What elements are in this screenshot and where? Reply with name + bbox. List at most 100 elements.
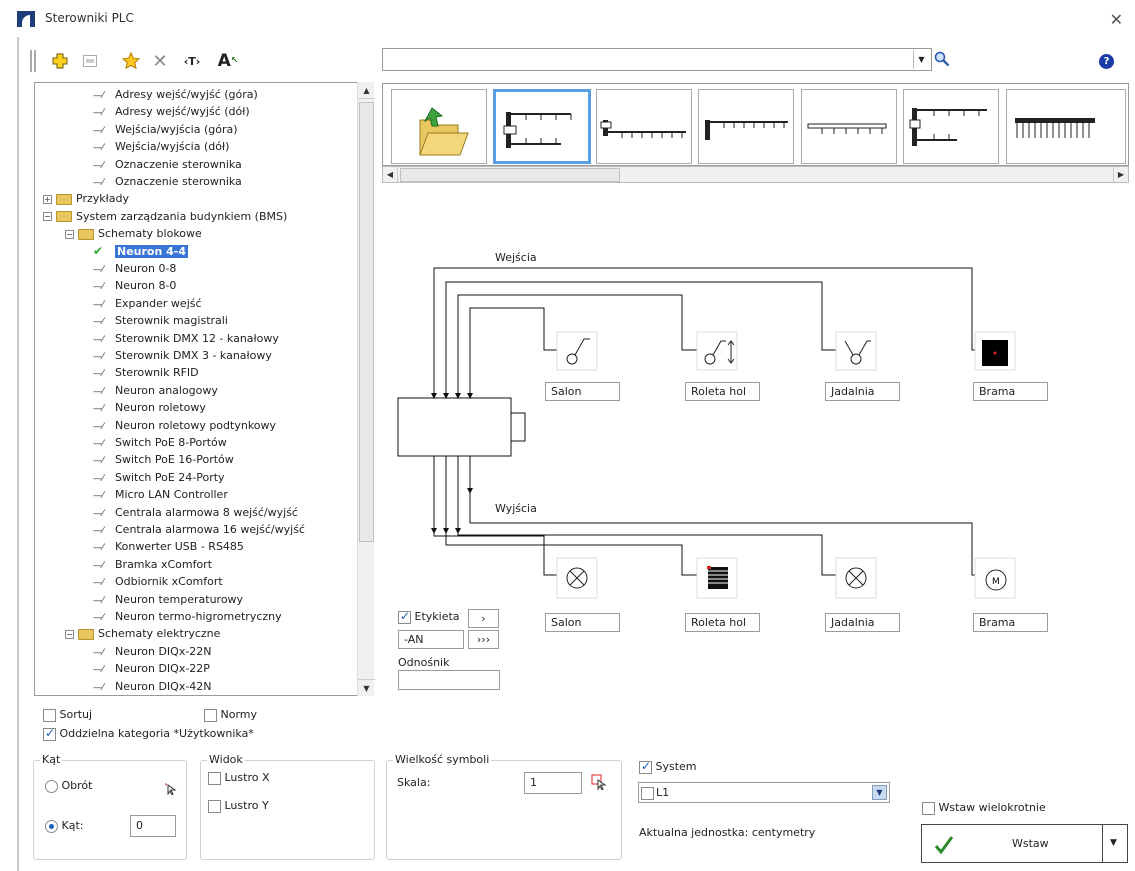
- odnosnik-input[interactable]: [398, 670, 500, 690]
- help-icon[interactable]: ?: [1099, 54, 1114, 69]
- tree-folder[interactable]: − Schematy blokowe: [65, 225, 202, 242]
- tree-item[interactable]: —⁄ Neuron DIQx-22N: [93, 643, 212, 660]
- search-input[interactable]: [382, 48, 932, 71]
- tree-item[interactable]: —⁄ Expander wejść: [93, 295, 202, 312]
- tree-vertical-scrollbar[interactable]: ▲ ▼: [357, 82, 375, 696]
- etykieta-checkbox[interactable]: Etykieta: [398, 609, 460, 624]
- select-arrow-icon[interactable]: ▼: [872, 785, 887, 800]
- wstaw-button[interactable]: Wstaw ▼: [921, 824, 1128, 863]
- next-label-button[interactable]: ›: [468, 609, 499, 628]
- tree-item[interactable]: —⁄ Adresy wejść/wyjść (dół): [93, 103, 250, 120]
- tree-item[interactable]: —⁄ Centrala alarmowa 8 wejść/wyjść: [93, 504, 298, 521]
- tree-item[interactable]: —⁄ Neuron DIQx-42N: [93, 678, 212, 695]
- tree-item[interactable]: —⁄ Wejścia/wyjścia (dół): [93, 138, 229, 155]
- thumb-neuron-8-0[interactable]: [698, 89, 794, 164]
- edit-block-icon[interactable]: [80, 50, 100, 72]
- skala-input[interactable]: 1: [524, 772, 582, 794]
- close-icon[interactable]: ✕: [1110, 10, 1123, 29]
- input-line-3: [445, 281, 837, 395]
- thumb-sterownik-dmx[interactable]: [1006, 89, 1126, 164]
- tree-item[interactable]: —⁄ Neuron roletowy podtynkowy: [93, 417, 276, 434]
- wstaw-dropdown-icon[interactable]: ▼: [1110, 838, 1117, 848]
- collapse-icon[interactable]: −: [65, 629, 74, 639]
- tree-item[interactable]: ✔ Neuron 4-4: [93, 243, 189, 260]
- normy-checkbox[interactable]: Normy: [204, 708, 257, 722]
- sortuj-check-icon[interactable]: [43, 708, 56, 722]
- tree-item[interactable]: —⁄ Neuron analogowy: [93, 382, 218, 399]
- hscroll-thumb[interactable]: [400, 168, 620, 182]
- text-tool-icon[interactable]: ‹T›: [180, 50, 204, 72]
- thumb-sterownik-magistrali[interactable]: [903, 89, 999, 164]
- tree-item[interactable]: —⁄ Oznaczenie sterownika: [93, 156, 242, 173]
- tree-item-label: Sterownik DMX 3 - kanałowy: [115, 349, 272, 362]
- scroll-thumb[interactable]: [359, 102, 374, 542]
- normy-check-icon[interactable]: [204, 708, 217, 722]
- wstaw-wielokrotnie-check-icon[interactable]: [922, 801, 935, 815]
- wstaw-wielokrotnie-checkbox[interactable]: Wstaw wielokrotnie: [922, 801, 1046, 815]
- thumb-neuron-0-8[interactable]: [596, 89, 692, 164]
- tree-item[interactable]: —⁄ Oznaczenie sterownika: [93, 173, 242, 190]
- tree-item[interactable]: —⁄ Neuron termo-higrometryczny: [93, 608, 282, 625]
- tree-item[interactable]: —⁄ Neuron temperaturowy: [93, 591, 243, 608]
- search-dropdown-arrow-icon[interactable]: ▼: [913, 50, 929, 69]
- scroll-right-icon[interactable]: ▶: [1113, 167, 1128, 182]
- thumb-expander[interactable]: [801, 89, 897, 164]
- tree-item[interactable]: —⁄ Switch PoE 24-Porty: [93, 469, 225, 486]
- tree-item[interactable]: —⁄ Neuron 0-8: [93, 260, 176, 277]
- thumb-neuron-4-4[interactable]: [493, 89, 591, 164]
- text-format-icon[interactable]: A ↖: [215, 50, 241, 72]
- tree-item[interactable]: —⁄ Sterownik DMX 3 - kanałowy: [93, 347, 272, 364]
- tree-folder[interactable]: − Schematy elektryczne: [65, 625, 220, 642]
- kat-radio[interactable]: Kąt:: [45, 819, 83, 833]
- lustro-x-check-icon[interactable]: [208, 771, 221, 785]
- tree-item[interactable]: —⁄ Neuron roletowy: [93, 399, 206, 416]
- oddzielna-checkbox[interactable]: Oddzielna kategoria *Użytkownika*: [43, 726, 254, 741]
- tree-item[interactable]: —⁄ Wejścia/wyjścia (góra): [93, 121, 238, 138]
- etykieta-check-icon[interactable]: [398, 609, 411, 624]
- tree-folder[interactable]: − System zarządzania budynkiem (BMS): [43, 208, 287, 225]
- scale-pick-icon[interactable]: [591, 774, 607, 793]
- tree-item[interactable]: —⁄ Adresy wejść/wyjść (góra): [93, 86, 258, 103]
- add-icon[interactable]: [50, 50, 70, 72]
- system-check-icon[interactable]: [639, 759, 652, 774]
- tree-item[interactable]: —⁄ Sterownik RFID: [93, 364, 199, 381]
- scroll-left-icon[interactable]: ◀: [383, 167, 398, 182]
- favorite-star-icon[interactable]: [120, 50, 142, 72]
- kat-value-input[interactable]: 0: [130, 815, 176, 837]
- oddzielna-check-icon[interactable]: [43, 726, 56, 741]
- thumbnails-horizontal-scrollbar[interactable]: ◀ ▶: [382, 166, 1129, 183]
- kat-radio-icon[interactable]: [45, 819, 58, 833]
- lustro-y-checkbox[interactable]: Lustro Y: [208, 799, 269, 813]
- scroll-up-icon[interactable]: ▲: [358, 82, 375, 99]
- tree-item[interactable]: —⁄ Sterownik magistrali: [93, 312, 228, 329]
- lustro-y-check-icon[interactable]: [208, 799, 221, 813]
- obrot-radio-icon[interactable]: [45, 779, 58, 793]
- search-icon[interactable]: [934, 51, 950, 67]
- scroll-down-icon[interactable]: ▼: [358, 679, 375, 696]
- collapse-icon[interactable]: −: [43, 212, 52, 222]
- thumb-open-folder[interactable]: [391, 89, 487, 164]
- expand-icon[interactable]: +: [43, 194, 52, 204]
- tree-item[interactable]: —⁄ Centrala alarmowa 16 wejść/wyjść: [93, 521, 305, 538]
- sortuj-checkbox[interactable]: Sortuj: [43, 708, 92, 722]
- top-label-4: Brama: [973, 382, 1048, 401]
- collapse-icon[interactable]: −: [65, 229, 74, 239]
- tree-item[interactable]: —⁄ Bramka xComfort: [93, 556, 212, 573]
- tree-item[interactable]: —⁄ Odbiornik xComfort: [93, 573, 223, 590]
- rotate-pick-icon[interactable]: [161, 779, 177, 798]
- tree-item[interactable]: —⁄ Konwerter USB - RS485: [93, 538, 244, 555]
- tree-item[interactable]: —⁄ Sterownik DMX 12 - kanałowy: [93, 330, 279, 347]
- tree-item[interactable]: —⁄ Micro LAN Controller: [93, 486, 228, 503]
- system-select[interactable]: L1 ▼: [638, 782, 890, 803]
- obrot-radio[interactable]: Obrót: [45, 779, 92, 793]
- delete-icon[interactable]: ✕: [150, 50, 170, 72]
- tree-item[interactable]: —⁄ Switch PoE 8-Portów: [93, 434, 227, 451]
- label-value-input[interactable]: -AN: [398, 630, 464, 649]
- lustro-x-checkbox[interactable]: Lustro X: [208, 771, 270, 785]
- all-labels-button[interactable]: ›››: [468, 630, 499, 649]
- system-checkbox[interactable]: System: [639, 759, 697, 774]
- tree-item[interactable]: —⁄ Switch PoE 16-Portów: [93, 451, 234, 468]
- tree-item[interactable]: —⁄ Neuron DIQx-22P: [93, 660, 210, 677]
- tree-item[interactable]: —⁄ Neuron 8-0: [93, 277, 176, 294]
- tree-folder[interactable]: + Przykłady: [43, 190, 129, 207]
